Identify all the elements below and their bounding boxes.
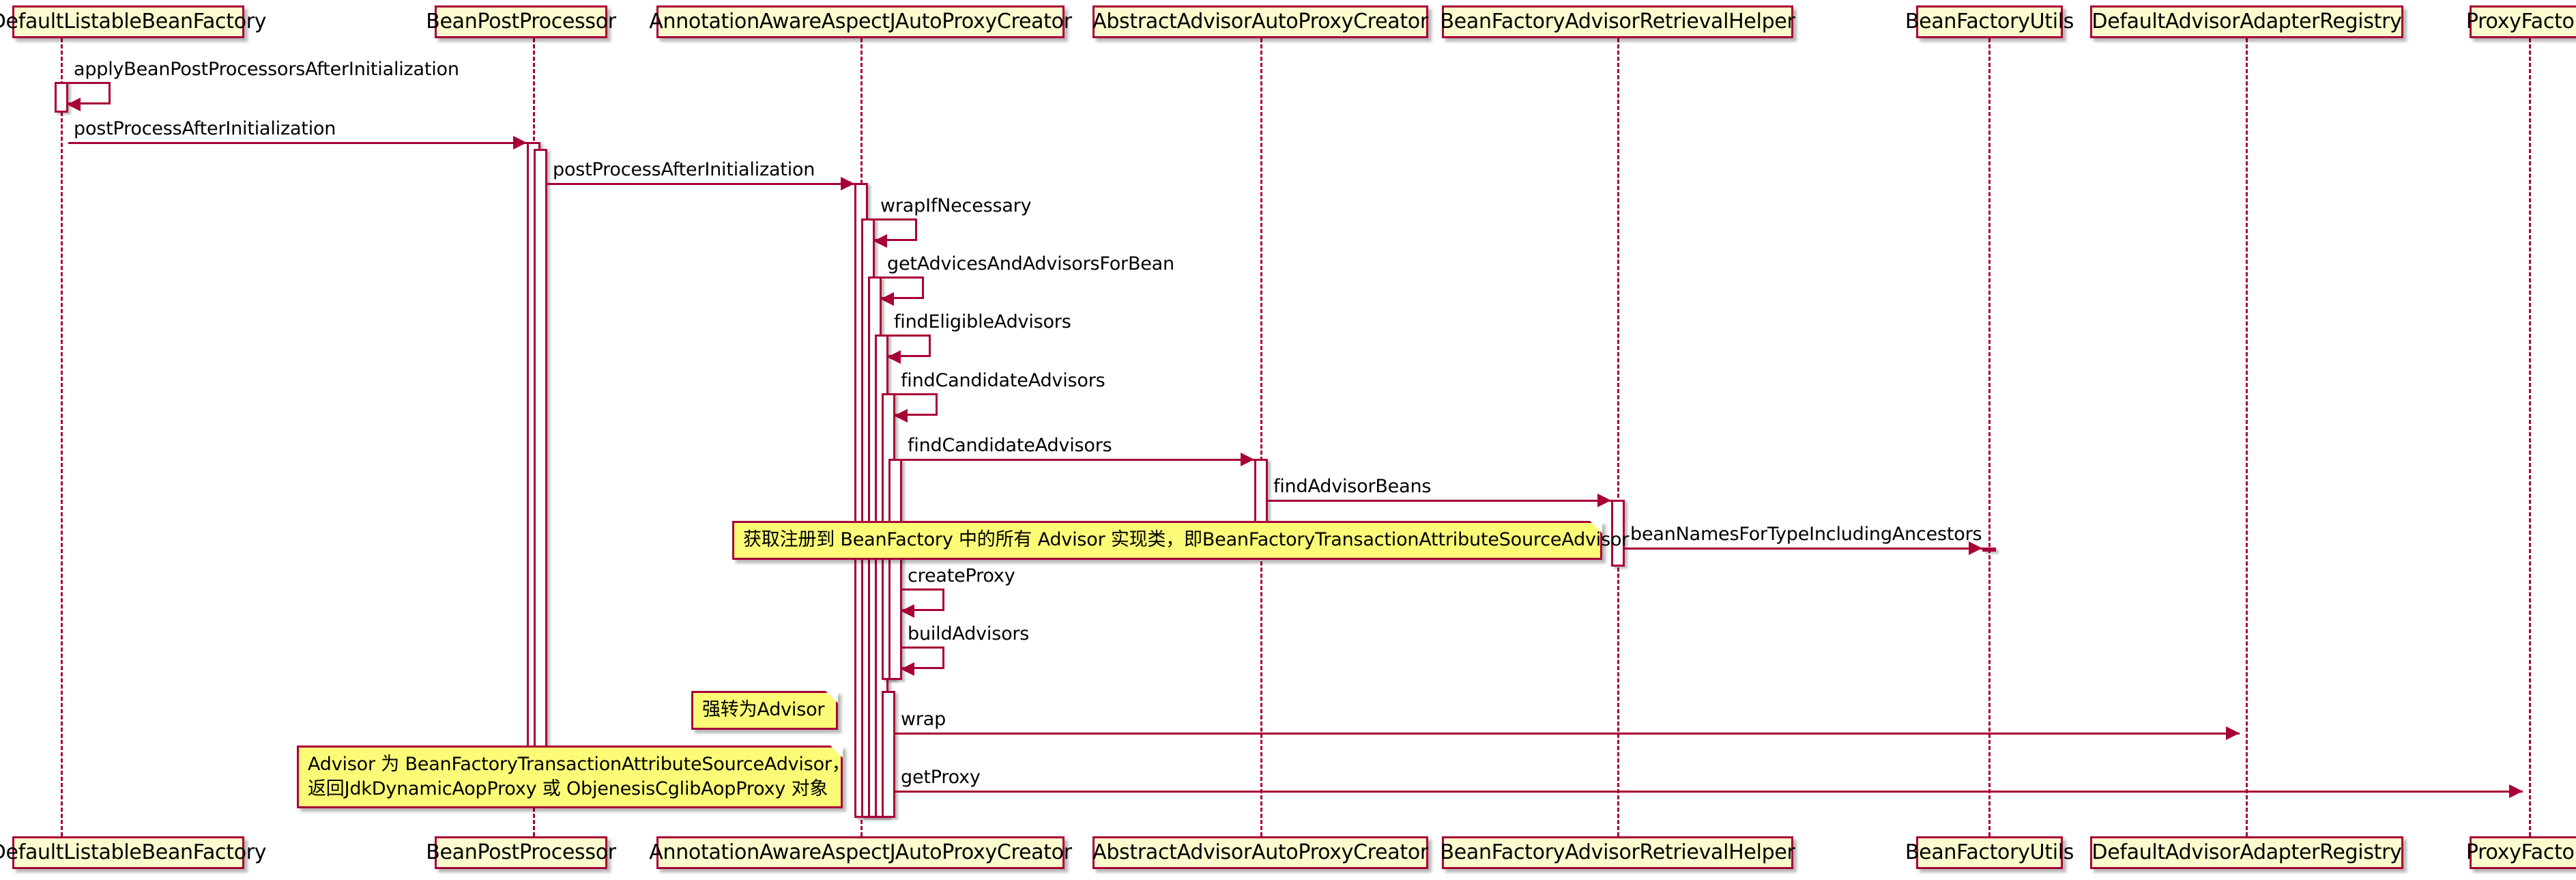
participant-footer-bpp[interactable]: BeanPostProcessor — [426, 836, 616, 869]
lifeline-bfu — [1988, 38, 1991, 836]
message-line-m2 — [68, 142, 527, 144]
message-label-m1: applyBeanPostProcessorsAfterInitializati… — [74, 59, 459, 80]
message-label-m14: getProxy — [901, 767, 981, 788]
participant-header-bfu[interactable]: BeanFactoryUtils — [1905, 5, 2074, 38]
message-label-m2: postProcessAfterInitialization — [74, 118, 336, 139]
note-n1: 获取注册到 BeanFactory 中的所有 Advisor 实现类，即Bean… — [732, 521, 1629, 560]
message-line-m9 — [1268, 500, 1611, 502]
note-n2: 强转为Advisor — [691, 691, 838, 730]
message-arrowhead-m11 — [901, 604, 914, 618]
message-label-m9: findAdvisorBeans — [1273, 476, 1432, 497]
message-label-m3: postProcessAfterInitialization — [553, 159, 815, 180]
participant-label: AbstractAdvisorAutoProxyCreator — [1092, 10, 1428, 33]
message-label-m6: findEligibleAdvisors — [894, 311, 1071, 332]
lifeline-aaapc — [1260, 38, 1262, 836]
participant-label: BeanFactoryAdvisorRetrievalHelper — [1440, 10, 1795, 33]
participant-header-aaapc[interactable]: AbstractAdvisorAutoProxyCreator — [1092, 5, 1428, 38]
participant-header-aaajapc[interactable]: AnnotationAwareAspectJAutoProxyCreator — [649, 5, 1072, 38]
participant-header-bfarh[interactable]: BeanFactoryAdvisorRetrievalHelper — [1440, 5, 1795, 38]
participant-footer-aaajapc[interactable]: AnnotationAwareAspectJAutoProxyCreator — [649, 836, 1072, 869]
participant-header-dlbf[interactable]: DefaultListableBeanFactory — [0, 5, 267, 38]
activation-bar-a_aaapc_1 — [1254, 459, 1268, 530]
message-arrowhead-m14 — [2509, 784, 2523, 798]
message-arrowhead-m5 — [880, 292, 894, 306]
message-line-m8 — [902, 459, 1254, 461]
message-arrowhead-m8 — [1241, 453, 1254, 466]
participant-footer-pf[interactable]: ProxyFactory — [2466, 836, 2576, 869]
message-label-m12: buildAdvisors — [908, 623, 1030, 644]
activation-bar-a_bpp_2 — [534, 149, 547, 793]
participant-label: BeanPostProcessor — [426, 840, 616, 864]
message-line-m3 — [547, 183, 854, 185]
message-arrowhead-m1 — [67, 98, 81, 111]
message-arrowhead-m2 — [513, 136, 527, 150]
participant-label: AnnotationAwareAspectJAutoProxyCreator — [649, 840, 1072, 864]
participant-label: BeanPostProcessor — [426, 10, 616, 33]
message-label-m13: wrap — [901, 709, 946, 730]
lifeline-bfarh — [1617, 38, 1619, 836]
participant-label: AbstractAdvisorAutoProxyCreator — [1092, 840, 1428, 864]
activation-bar-a_dlbf_1 — [55, 82, 68, 113]
lifeline-pf — [2529, 38, 2531, 836]
participant-label: BeanFactoryAdvisorRetrievalHelper — [1440, 840, 1795, 864]
participant-label: ProxyFactory — [2465, 840, 2576, 864]
message-arrowhead-m9 — [1597, 494, 1611, 507]
message-label-m4: wrapIfNecessary — [880, 195, 1032, 216]
message-arrowhead-m13 — [2226, 726, 2240, 740]
note-text: 强转为Advisor — [702, 699, 825, 720]
message-label-m7: findCandidateAdvisors — [901, 370, 1105, 391]
message-arrowhead-m12 — [901, 662, 914, 676]
participant-footer-dlbf[interactable]: DefaultListableBeanFactory — [0, 836, 267, 869]
note-n3: Advisor 为 BeanFactoryTransactionAttribut… — [297, 746, 850, 809]
participant-footer-aaapc[interactable]: AbstractAdvisorAutoProxyCreator — [1092, 836, 1428, 869]
participant-label: DefaultListableBeanFactory — [0, 840, 267, 864]
message-line-m10 — [1625, 548, 1982, 550]
participant-label: DefaultAdvisorAdapterRegistry — [2092, 10, 2402, 33]
sequence-diagram-canvas: applyBeanPostProcessorsAfterInitializati… — [0, 0, 2576, 880]
lifeline-dlbf — [61, 38, 63, 836]
message-arrowhead-m3 — [841, 177, 854, 190]
message-arrowhead-m7 — [894, 409, 908, 423]
participant-footer-bfarh[interactable]: BeanFactoryAdvisorRetrievalHelper — [1440, 836, 1795, 869]
activation-bar-a_aaj_7 — [882, 691, 895, 818]
lifeline-daar — [2246, 38, 2248, 836]
participant-label: BeanFactoryUtils — [1905, 10, 2074, 33]
participant-label: BeanFactoryUtils — [1905, 840, 2074, 864]
message-arrowhead-m4 — [873, 234, 887, 248]
participant-label: AnnotationAwareAspectJAutoProxyCreator — [649, 10, 1072, 33]
message-label-m5: getAdvicesAndAdvisorsForBean — [887, 253, 1174, 274]
message-label-m8: findCandidateAdvisors — [908, 435, 1112, 456]
activation-bar-a_aaj_6 — [888, 459, 902, 680]
note-text: Advisor 为 BeanFactoryTransactionAttribut… — [308, 754, 850, 799]
participant-header-daar[interactable]: DefaultAdvisorAdapterRegistry — [2090, 5, 2403, 38]
participant-label: ProxyFactory — [2465, 10, 2576, 33]
participant-footer-daar[interactable]: DefaultAdvisorAdapterRegistry — [2090, 836, 2403, 869]
activation-bar-a_bfu_1 — [1982, 548, 1996, 552]
message-arrowhead-m6 — [887, 350, 901, 364]
participant-header-bpp[interactable]: BeanPostProcessor — [426, 5, 616, 38]
participant-label: DefaultListableBeanFactory — [0, 10, 267, 33]
note-text: 获取注册到 BeanFactory 中的所有 Advisor 实现类，即Bean… — [743, 529, 1630, 550]
message-line-m14 — [895, 791, 2523, 793]
message-line-m13 — [895, 733, 2240, 735]
message-label-m11: createProxy — [908, 565, 1015, 586]
participant-header-pf[interactable]: ProxyFactory — [2466, 5, 2576, 38]
participant-label: DefaultAdvisorAdapterRegistry — [2092, 840, 2402, 864]
message-label-m10: beanNamesForTypeIncludingAncestors — [1630, 524, 1982, 545]
participant-footer-bfu[interactable]: BeanFactoryUtils — [1905, 836, 2074, 869]
